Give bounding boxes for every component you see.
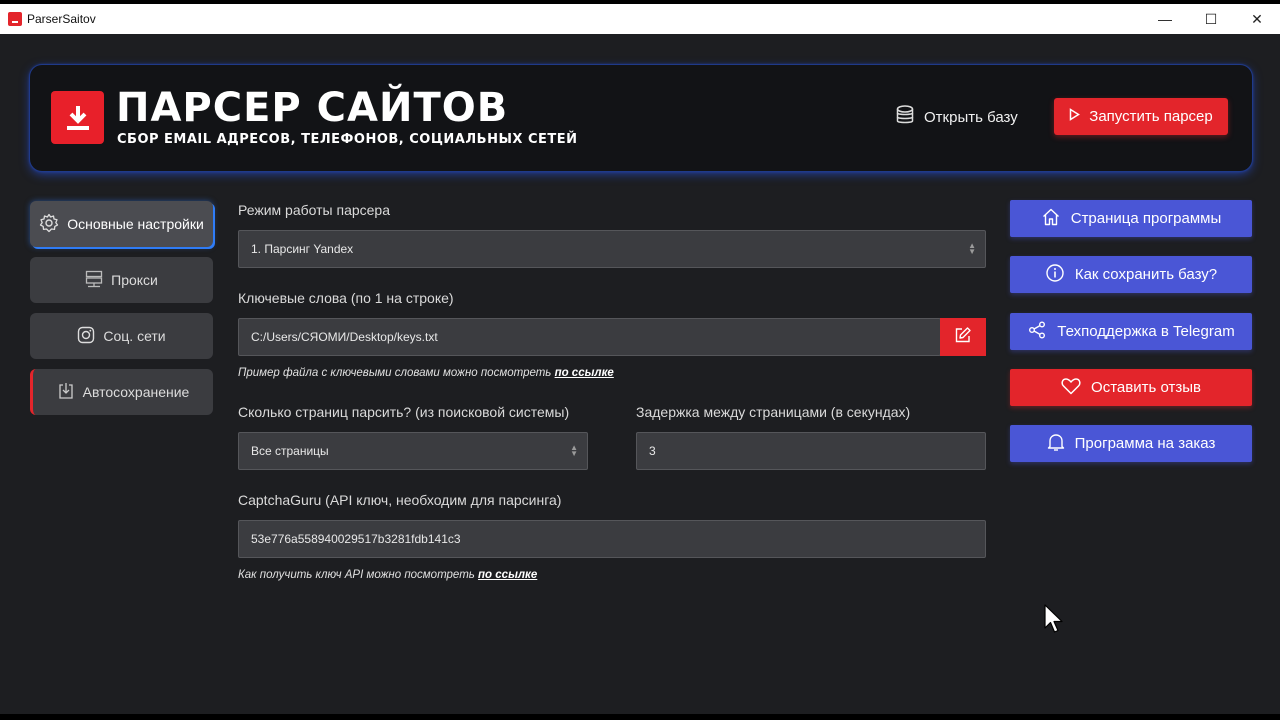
telegram-support-label: Техподдержка в Telegram xyxy=(1057,323,1235,340)
database-icon xyxy=(896,105,914,129)
share-icon xyxy=(1027,320,1047,344)
home-icon xyxy=(1041,207,1061,231)
delay-value: 3 xyxy=(649,444,656,458)
select-arrows-icon: ▲ ▼ xyxy=(570,443,578,458)
edit-keywords-button[interactable] xyxy=(940,318,986,356)
parser-mode-value: 1. Парсинг Yandex xyxy=(251,242,354,256)
captcha-guide-link[interactable]: по ссылке xyxy=(478,569,537,581)
download-logo-icon xyxy=(51,91,104,144)
edit-icon xyxy=(954,326,972,349)
program-page-label: Страница программы xyxy=(1070,210,1222,227)
delay-label: Задержка между страницами (в секундах) xyxy=(636,404,911,420)
header-banner: ПАРСЕР САЙТОВ СБОР EMAIL АДРЕСОВ, ТЕЛЕФО… xyxy=(30,65,1252,171)
app-title: ПАРСЕР САЙТОВ xyxy=(116,85,509,131)
sidebar-item-label: Автосохранение xyxy=(82,384,190,400)
save-icon xyxy=(57,382,75,403)
keywords-path-input[interactable]: C:/Users/СЯОМИ/Desktop/keys.txt xyxy=(238,318,941,356)
sidebar-item-label: Прокси xyxy=(111,272,158,288)
maximize-button[interactable]: ☐ xyxy=(1188,4,1234,34)
app-subtitle: СБОР EMAIL АДРЕСОВ, ТЕЛЕФОНОВ, СОЦИАЛЬНЫ… xyxy=(117,132,578,147)
play-icon xyxy=(1069,108,1081,125)
keywords-hint: Пример файла с ключевыми словами можно п… xyxy=(238,367,614,379)
how-to-save-db-label: Как сохранить базу? xyxy=(1074,266,1218,283)
app-body: ПАРСЕР САЙТОВ СБОР EMAIL АДРЕСОВ, ТЕЛЕФО… xyxy=(0,34,1280,714)
bell-icon xyxy=(1047,432,1065,456)
bottom-strip xyxy=(0,714,1280,720)
server-icon xyxy=(85,270,103,291)
info-icon xyxy=(1045,263,1065,287)
parser-mode-label: Режим работы парсера xyxy=(238,202,390,218)
pages-value: Все страницы xyxy=(251,444,329,458)
sidebar-item-main-settings[interactable]: Основные настройки xyxy=(30,201,213,247)
custom-program-button[interactable]: Программа на заказ xyxy=(1010,425,1252,462)
run-parser-button[interactable]: Запустить парсер xyxy=(1054,98,1228,135)
pages-label: Сколько страниц парсить? (из поисковой с… xyxy=(238,404,570,420)
app-icon xyxy=(8,12,22,26)
captcha-hint: Как получить ключ API можно посмотреть п… xyxy=(238,569,537,581)
open-database-button[interactable]: Открыть базу xyxy=(896,103,1018,131)
sidebar-item-proxy[interactable]: Прокси xyxy=(30,257,213,303)
sidebar-item-autosave[interactable]: Автосохранение xyxy=(30,369,213,415)
keywords-label: Ключевые слова (по 1 на строке) xyxy=(238,290,454,306)
sidebar-item-label: Основные настройки xyxy=(67,216,204,232)
captcha-key-input[interactable]: 53e776a558940029517b3281fdb141c3 xyxy=(238,520,986,558)
sidebar-item-label: Соц. сети xyxy=(103,328,166,344)
window-title: ParserSaitov xyxy=(27,12,96,26)
leave-review-label: Оставить отзыв xyxy=(1091,379,1201,396)
heart-icon xyxy=(1061,377,1081,399)
keywords-path-value: C:/Users/СЯОМИ/Desktop/keys.txt xyxy=(251,330,438,344)
select-arrows-icon: ▲ ▼ xyxy=(968,241,976,256)
run-parser-label: Запустить парсер xyxy=(1089,108,1213,125)
mouse-cursor-icon xyxy=(1044,604,1066,641)
keywords-hint-text: Пример файла с ключевыми словами можно п… xyxy=(238,367,555,379)
captcha-hint-text: Как получить ключ API можно посмотреть xyxy=(238,569,479,581)
instagram-icon xyxy=(77,326,95,347)
program-page-button[interactable]: Страница программы xyxy=(1010,200,1252,237)
custom-program-label: Программа на заказ xyxy=(1074,435,1216,452)
pages-select[interactable]: Все страницы ▲ ▼ xyxy=(238,432,588,470)
captcha-key-value: 53e776a558940029517b3281fdb141c3 xyxy=(251,532,461,546)
gear-icon xyxy=(39,213,59,236)
parser-mode-select[interactable]: 1. Парсинг Yandex ▲ ▼ xyxy=(238,230,986,268)
window-titlebar: ParserSaitov — ☐ ✕ xyxy=(0,4,1280,34)
telegram-support-button[interactable]: Техподдержка в Telegram xyxy=(1010,313,1252,350)
sidebar-item-social[interactable]: Соц. сети xyxy=(30,313,213,359)
how-to-save-db-button[interactable]: Как сохранить базу? xyxy=(1010,256,1252,293)
minimize-button[interactable]: — xyxy=(1142,4,1188,34)
open-database-label: Открыть базу xyxy=(924,108,1018,126)
keywords-example-link[interactable]: по ссылке xyxy=(555,367,614,379)
leave-review-button[interactable]: Оставить отзыв xyxy=(1010,369,1252,406)
captcha-label: CaptchaGuru (API ключ, необходим для пар… xyxy=(238,492,562,508)
close-button[interactable]: ✕ xyxy=(1234,4,1280,34)
delay-input[interactable]: 3 xyxy=(636,432,986,470)
